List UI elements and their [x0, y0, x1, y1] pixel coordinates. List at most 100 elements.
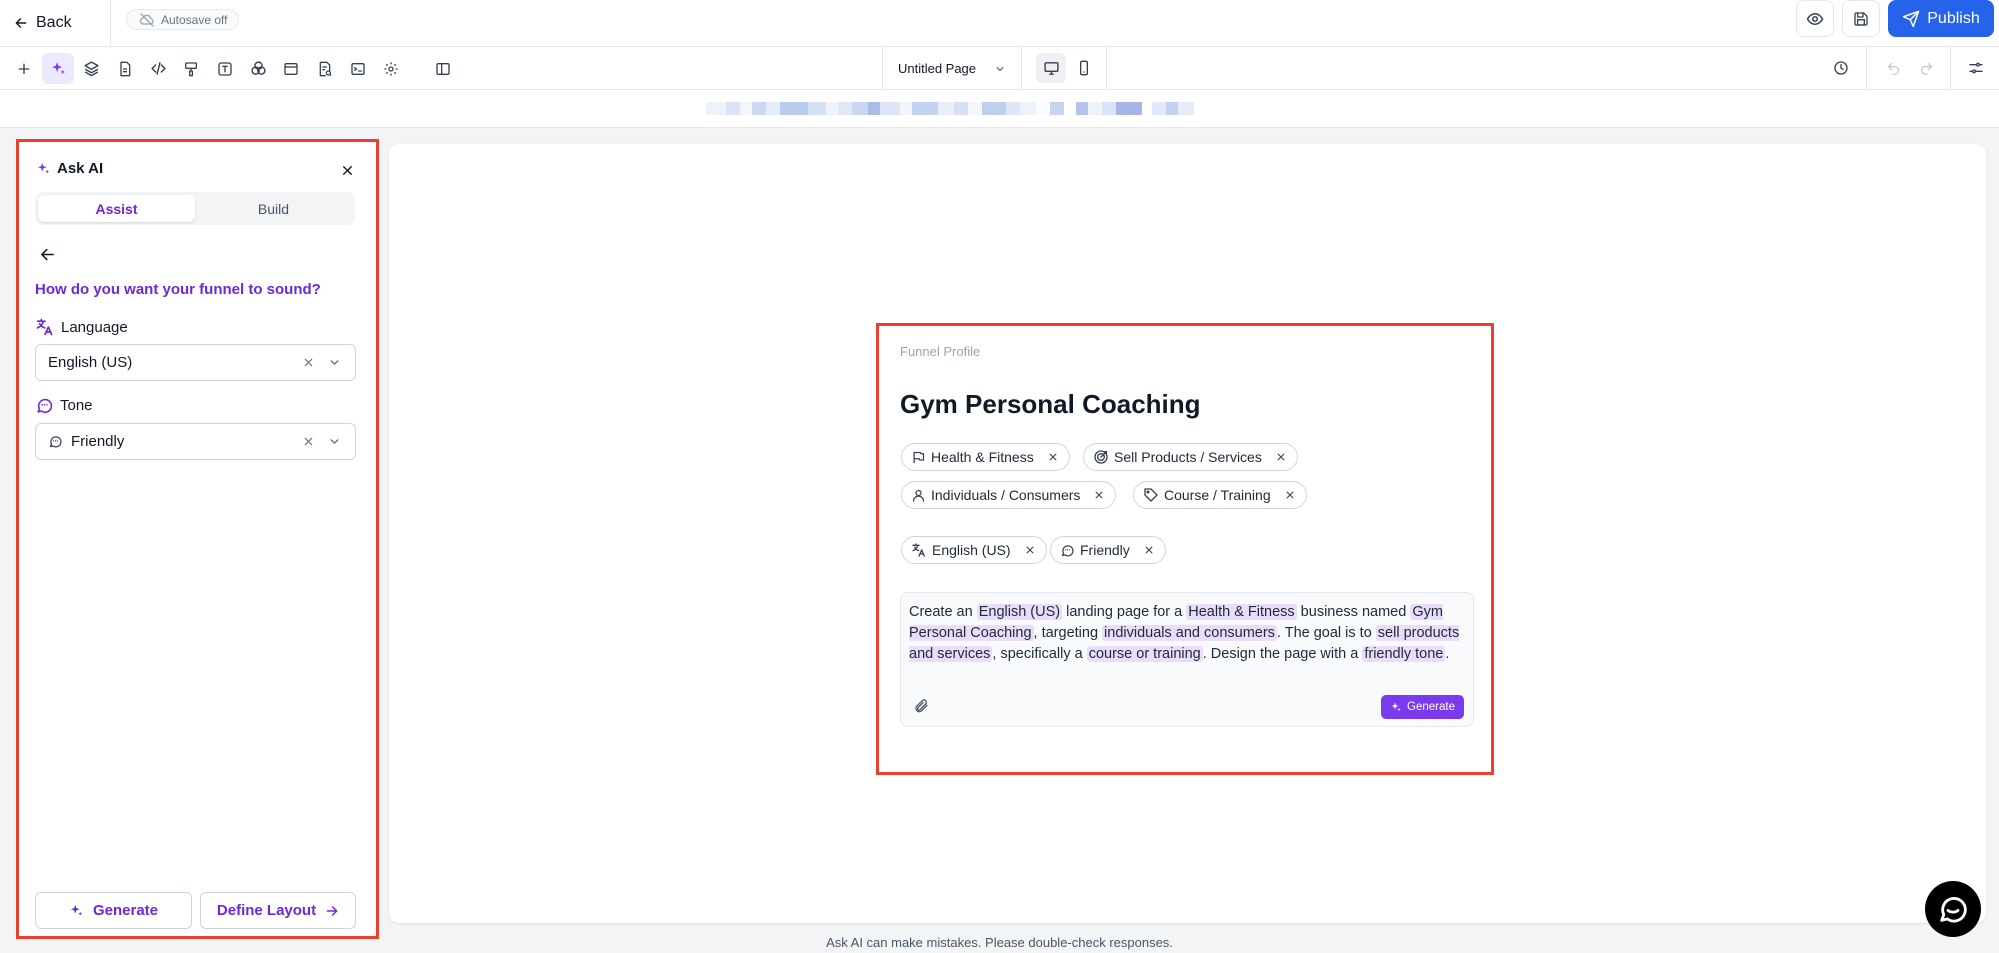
chat-bubble-icon: [35, 396, 54, 415]
page-selector[interactable]: Untitled Page: [882, 47, 1022, 90]
chip-language-label: English (US): [932, 542, 1011, 558]
autosave-badge[interactable]: Autosave off: [126, 9, 239, 30]
generate-button[interactable]: Generate: [35, 892, 192, 929]
divider: [1950, 47, 1951, 90]
code-icon[interactable]: [142, 53, 174, 84]
remove-chip-icon[interactable]: [1022, 542, 1038, 558]
language-label-text: Language: [61, 318, 128, 336]
remove-chip-icon[interactable]: [1045, 449, 1061, 465]
undo-button[interactable]: [1878, 53, 1908, 83]
remove-chip-icon[interactable]: [1282, 487, 1298, 503]
colors-icon[interactable]: [242, 53, 274, 84]
arrow-left-icon: [14, 16, 28, 30]
prompt-highlight: course or training: [1086, 646, 1203, 662]
prompt-segment: Create an: [909, 604, 977, 620]
form-icon[interactable]: [309, 53, 341, 84]
prompt-segment: . The goal is to: [1276, 625, 1376, 641]
save-button[interactable]: [1842, 0, 1880, 37]
translate-icon: [911, 542, 927, 558]
publish-button[interactable]: Publish: [1888, 0, 1994, 37]
mobile-icon: [1076, 60, 1092, 76]
ai-sparkle-icon: [69, 903, 84, 918]
desktop-view-button[interactable]: [1036, 53, 1066, 83]
prompt-generate-button[interactable]: Generate: [1381, 695, 1464, 719]
page-settings-button[interactable]: [1961, 53, 1991, 83]
chip-tone: Friendly: [1050, 536, 1166, 564]
prompt-highlight: individuals and consumers: [1102, 625, 1277, 641]
panel-question: How do you want your funnel to sound?: [35, 281, 321, 298]
prompt-box[interactable]: Create an English (US) landing page for …: [900, 592, 1474, 727]
chat-bubble-icon: [48, 434, 63, 449]
preview-button[interactable]: [1796, 0, 1834, 37]
redo-icon: [1919, 61, 1934, 76]
back-button[interactable]: Back: [14, 8, 72, 38]
panel-title: Ask AI: [36, 160, 103, 177]
settings-cog-icon[interactable]: [375, 53, 407, 84]
tone-value: Friendly: [71, 433, 125, 450]
tab-assist[interactable]: Assist: [38, 195, 195, 222]
language-label: Language: [35, 317, 128, 337]
chevron-down-icon[interactable]: [325, 433, 343, 451]
history-icon: [1833, 60, 1849, 76]
prompt-highlight: English (US): [976, 604, 1063, 620]
chip-goal-label: Sell Products / Services: [1114, 449, 1262, 465]
ai-sparkle-icon: [1390, 701, 1402, 713]
generate-label: Generate: [92, 902, 159, 919]
tag-icon: [1143, 487, 1159, 503]
prompt-generate-label: Generate: [1407, 701, 1455, 713]
ai-disclaimer: Ask AI can make mistakes. Please double-…: [826, 935, 1173, 950]
back-label: Back: [36, 14, 72, 31]
clear-icon[interactable]: [299, 433, 317, 451]
add-icon[interactable]: [8, 53, 40, 84]
ai-sparkle-icon: [36, 161, 51, 176]
close-panel-button[interactable]: [338, 161, 356, 179]
ai-sparkle-icon[interactable]: [42, 53, 74, 84]
prompt-segment: landing page for a: [1062, 604, 1187, 620]
paint-icon[interactable]: [175, 53, 207, 84]
remove-chip-icon[interactable]: [1141, 542, 1157, 558]
terminal-icon[interactable]: [342, 53, 374, 84]
sliders-icon: [1968, 60, 1984, 76]
eye-icon: [1806, 10, 1824, 28]
clear-icon[interactable]: [299, 354, 317, 372]
remove-chip-icon[interactable]: [1273, 449, 1289, 465]
chevron-down-icon[interactable]: [325, 354, 343, 372]
tone-select[interactable]: Friendly: [35, 423, 356, 460]
flag-icon: [911, 450, 926, 465]
page-icon[interactable]: [109, 53, 141, 84]
mobile-view-button[interactable]: [1069, 53, 1099, 83]
remove-chip-icon[interactable]: [1091, 487, 1107, 503]
user-icon: [911, 488, 926, 503]
top-bar: Back Autosave off Publish: [0, 0, 1999, 47]
publish-label: Publish: [1927, 9, 1980, 27]
profile-title: Gym Personal Coaching: [900, 389, 1201, 419]
prompt-segment: .: [1445, 646, 1450, 662]
prompt-text[interactable]: Create an English (US) landing page for …: [909, 602, 1467, 665]
tab-build[interactable]: Build: [195, 195, 352, 222]
page-url-bar: [0, 90, 1999, 128]
close-icon: [341, 164, 354, 177]
define-layout-label: Define Layout: [216, 902, 317, 919]
language-select[interactable]: English (US): [35, 344, 356, 381]
divider: [1866, 47, 1867, 90]
translate-icon: [35, 317, 55, 337]
layers-icon[interactable]: [75, 53, 107, 84]
redo-button[interactable]: [1911, 53, 1941, 83]
arrow-left-icon: [39, 246, 56, 263]
text-icon[interactable]: [209, 53, 241, 84]
history-button[interactable]: [1826, 53, 1856, 83]
support-chat-button[interactable]: [1925, 881, 1981, 937]
chevron-down-icon: [994, 63, 1006, 75]
chip-industry: Health & Fitness: [901, 443, 1070, 471]
divider: [110, 0, 111, 47]
tone-label: Tone: [35, 396, 93, 415]
split-view-icon[interactable]: [427, 53, 459, 84]
section-icon[interactable]: [275, 53, 307, 84]
chip-offer: Course / Training: [1133, 481, 1307, 509]
chip-goal: Sell Products / Services: [1083, 443, 1298, 471]
chip-audience-label: Individuals / Consumers: [931, 487, 1081, 503]
paperclip-icon[interactable]: [913, 698, 931, 716]
panel-back-button[interactable]: [36, 243, 58, 265]
define-layout-button[interactable]: Define Layout: [200, 892, 356, 929]
panel-title-text: Ask AI: [57, 160, 104, 177]
